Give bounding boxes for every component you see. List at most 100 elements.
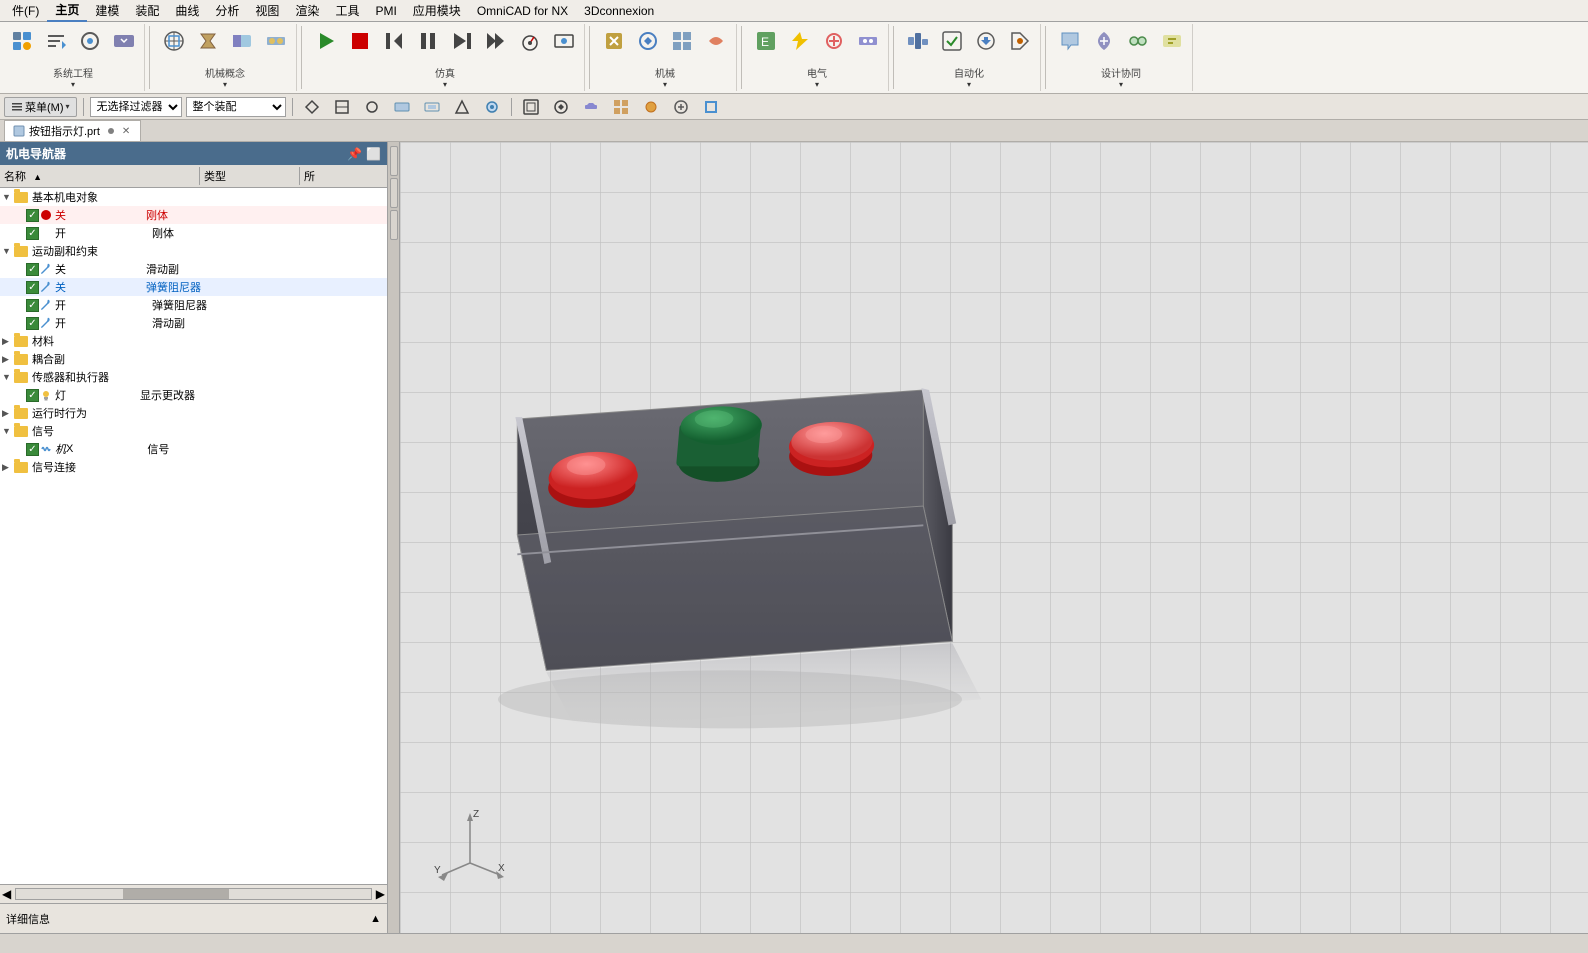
menu-item-assembly[interactable]: 装配 — [127, 0, 167, 21]
ribbon-btn-sys4[interactable] — [108, 26, 140, 56]
menu-item-tools[interactable]: 工具 — [327, 0, 367, 21]
checkbox-on-sp[interactable]: ✓ — [26, 299, 39, 312]
ribbon-btn-sys2[interactable] — [40, 26, 72, 56]
tree-item-runtime[interactable]: ▶ 运行时行为 — [0, 404, 387, 422]
auto-group-dropdown[interactable]: ▾ — [967, 80, 971, 89]
ribbon-btn-elec2[interactable] — [784, 26, 816, 56]
ribbon-btn-auto2[interactable] — [936, 26, 968, 56]
electrical-group-dropdown[interactable]: ▾ — [815, 80, 819, 89]
system-group-dropdown[interactable]: ▾ — [71, 80, 75, 89]
ribbon-btn-rewind[interactable] — [378, 26, 410, 56]
checkbox-on-s2[interactable]: ✓ — [26, 317, 39, 330]
checkbox-sigx[interactable]: ✓ — [26, 443, 39, 456]
tree-item-on-1[interactable]: ✓ 开 刚体 — [0, 224, 387, 242]
tree-item-sensors[interactable]: ▼ 传感器和执行器 — [0, 368, 387, 386]
menu-item-file[interactable]: 件(F) — [4, 0, 47, 21]
viewport[interactable]: Z X Y — [400, 142, 1588, 933]
ribbon-btn-dc3[interactable] — [1122, 26, 1154, 56]
ribbon-btn-mech1[interactable] — [158, 26, 190, 56]
nav-scroll-right[interactable]: ▶ — [376, 887, 385, 901]
nav-pin-btn[interactable]: 📌 — [347, 147, 362, 161]
checkbox-on-1[interactable]: ✓ — [26, 227, 39, 240]
ribbon-btn-auto3[interactable] — [970, 26, 1002, 56]
tb2-btn-r7[interactable] — [698, 97, 724, 117]
menu-item-render[interactable]: 渲染 — [287, 0, 327, 21]
checkbox-off-s1[interactable]: ✓ — [26, 263, 39, 276]
ribbon-btn-mech4[interactable] — [260, 26, 292, 56]
tb2-btn-2[interactable] — [329, 97, 355, 117]
ribbon-btn-auto1[interactable] — [902, 26, 934, 56]
ribbon-btn-elec1[interactable]: E — [750, 26, 782, 56]
ribbon-btn-elec3[interactable] — [818, 26, 850, 56]
doc-tab-close-btn[interactable]: ✕ — [120, 126, 132, 137]
menu-button[interactable]: 菜单(M) ▾ — [4, 97, 77, 117]
tree-item-materials[interactable]: ▶ 材料 — [0, 332, 387, 350]
tree-item-on-slider-2[interactable]: ✓ 开 滑动副 — [0, 314, 387, 332]
menu-item-home[interactable]: 主页 — [47, 0, 87, 22]
tb2-btn-r1[interactable] — [518, 97, 544, 117]
side-btn-1[interactable] — [390, 146, 398, 176]
ribbon-btn-mech2[interactable] — [192, 26, 224, 56]
tb2-btn-r3[interactable] — [578, 97, 604, 117]
tree-item-signal-x[interactable]: ✓ 机 X 信号 — [0, 440, 387, 458]
ribbon-btn-ff[interactable] — [480, 26, 512, 56]
tb2-btn-7[interactable] — [479, 97, 505, 117]
nav-expand-btn[interactable]: ⬜ — [366, 147, 381, 161]
menu-item-3dconnexion[interactable]: 3Dconnexion — [576, 2, 662, 20]
ribbon-btn-sys1[interactable] — [6, 26, 38, 56]
dc-group-dropdown[interactable]: ▾ — [1119, 80, 1123, 89]
tb2-btn-r6[interactable] — [668, 97, 694, 117]
nav-scroll-left[interactable]: ◀ — [2, 887, 11, 901]
ribbon-btn-mech-a2[interactable] — [632, 26, 664, 56]
selection-filter-select[interactable]: 无选择过滤器 — [90, 97, 182, 117]
tb2-btn-5[interactable] — [419, 97, 445, 117]
menu-item-curve[interactable]: 曲线 — [167, 0, 207, 21]
tree-item-off-spring[interactable]: ✓ 关 弹簧阻尼器 — [0, 278, 387, 296]
ribbon-btn-dc1[interactable] — [1054, 26, 1086, 56]
tree-item-signal-folder[interactable]: ▼ 信号 — [0, 422, 387, 440]
ribbon-btn-mech3[interactable] — [226, 26, 258, 56]
ribbon-btn-mech-a4[interactable] — [700, 26, 732, 56]
tree-item-signal-conn[interactable]: ▶ 信号连接 — [0, 458, 387, 476]
mech-group-dropdown[interactable]: ▾ — [223, 80, 227, 89]
ribbon-btn-sys3[interactable] — [74, 26, 106, 56]
ribbon-btn-auto4[interactable] — [1004, 26, 1036, 56]
tb2-btn-r2[interactable] — [548, 97, 574, 117]
doc-tab-main[interactable]: 按钮指示灯.prt ✕ — [4, 120, 141, 141]
mechanical-group-dropdown[interactable]: ▾ — [663, 80, 667, 89]
tb2-btn-r4[interactable] — [608, 97, 634, 117]
tb2-btn-6[interactable] — [449, 97, 475, 117]
tree-item-off-slider-1[interactable]: ✓ 关 滑动副 — [0, 260, 387, 278]
checkbox-light[interactable]: ✓ — [26, 389, 39, 402]
tb2-btn-3[interactable] — [359, 97, 385, 117]
menu-item-model[interactable]: 建模 — [87, 0, 127, 21]
checkbox-off-red[interactable]: ✓ — [26, 209, 39, 222]
tree-item-motion[interactable]: ▼ 运动副和约束 — [0, 242, 387, 260]
detail-expand-btn[interactable]: ▲ — [370, 913, 381, 925]
tb2-btn-4[interactable] — [389, 97, 415, 117]
ribbon-btn-dc4[interactable] — [1156, 26, 1188, 56]
ribbon-btn-mech-a1[interactable] — [598, 26, 630, 56]
menu-item-omnicad[interactable]: OmniCAD for NX — [469, 2, 576, 20]
side-btn-2[interactable] — [390, 178, 398, 208]
menu-item-view[interactable]: 视图 — [247, 0, 287, 21]
ribbon-btn-stepfwd[interactable] — [446, 26, 478, 56]
menu-item-appmodule[interactable]: 应用模块 — [405, 0, 469, 21]
ribbon-btn-pause[interactable] — [412, 26, 444, 56]
tree-item-basic-objects[interactable]: ▼ 基本机电对象 — [0, 188, 387, 206]
ribbon-btn-dc2[interactable] — [1088, 26, 1120, 56]
checkbox-off-sp[interactable]: ✓ — [26, 281, 39, 294]
ribbon-btn-play[interactable] — [310, 26, 342, 56]
tree-item-coupling[interactable]: ▶ 耦合副 — [0, 350, 387, 368]
tree-item-off-red[interactable]: ✓ 关 刚体 — [0, 206, 387, 224]
sim-group-dropdown[interactable]: ▾ — [443, 80, 447, 89]
ribbon-btn-elec4[interactable] — [852, 26, 884, 56]
ribbon-btn-keyframe[interactable] — [548, 26, 580, 56]
ribbon-btn-speed[interactable] — [514, 26, 546, 56]
tree-item-on-spring[interactable]: ✓ 开 弹簧阻尼器 — [0, 296, 387, 314]
assembly-scope-select[interactable]: 整个装配 — [186, 97, 286, 117]
tb2-btn-1[interactable] — [299, 97, 325, 117]
nav-scrollbar[interactable] — [15, 888, 372, 900]
tree-item-light[interactable]: ✓ 灯 显示更改器 — [0, 386, 387, 404]
ribbon-btn-stop[interactable] — [344, 26, 376, 56]
